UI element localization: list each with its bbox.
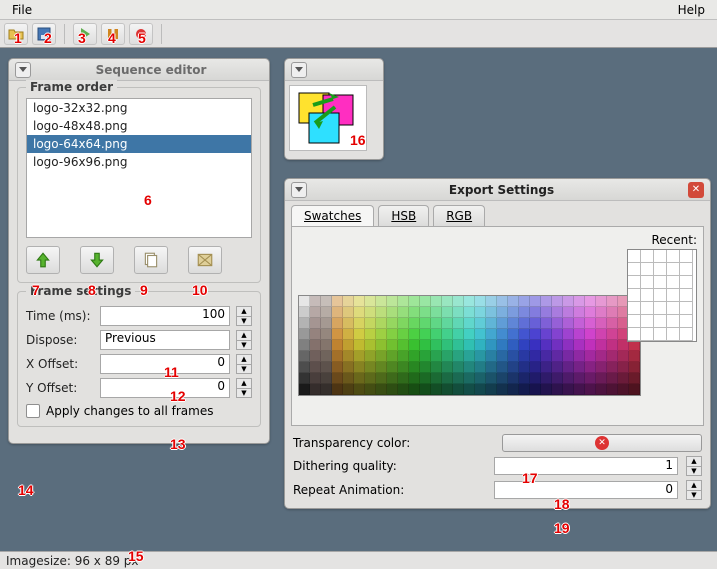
- panel-title: Export Settings: [315, 183, 688, 197]
- close-button[interactable]: ✕: [688, 182, 704, 198]
- collapse-toggle[interactable]: [291, 62, 307, 78]
- list-item[interactable]: logo-96x96.png: [27, 153, 251, 171]
- record-button[interactable]: [129, 23, 153, 45]
- panel-title: Sequence editor: [39, 63, 263, 77]
- copy-frame-button[interactable]: [134, 246, 168, 274]
- tab-rgb[interactable]: RGB: [433, 205, 485, 226]
- time-spinner[interactable]: ▲▼: [236, 306, 252, 326]
- recent-swatches: Recent:: [627, 233, 697, 342]
- dithering-label: Dithering quality:: [293, 459, 486, 473]
- panel-header: Export Settings ✕: [285, 179, 710, 201]
- yoffset-label: Y Offset:: [26, 381, 94, 395]
- recent-grid[interactable]: [627, 249, 697, 342]
- transparency-label: Transparency color:: [293, 436, 494, 450]
- collapse-toggle[interactable]: [291, 182, 307, 198]
- swatches-pane: Recent:: [291, 226, 704, 426]
- xoffset-label: X Offset:: [26, 357, 94, 371]
- dispose-select[interactable]: Previous: [100, 330, 230, 350]
- xoffset-spinner[interactable]: ▲▼: [236, 354, 252, 374]
- frame-settings-group: Frame settings Time (ms): 100 ▲▼ Dispose…: [17, 291, 261, 427]
- dispose-label: Dispose:: [26, 333, 94, 347]
- sequence-editor-panel: Sequence editor Frame order logo-32x32.p…: [8, 58, 270, 444]
- collapse-toggle[interactable]: [15, 62, 31, 78]
- repeat-input[interactable]: 0: [494, 481, 678, 499]
- pause-button[interactable]: [101, 23, 125, 45]
- apply-all-checkbox[interactable]: [26, 404, 40, 418]
- save-file-button[interactable]: [32, 23, 56, 45]
- yoffset-spinner[interactable]: ▲▼: [236, 378, 252, 398]
- preview-canvas: [289, 85, 367, 151]
- menu-file[interactable]: File: [6, 1, 38, 19]
- apply-all-label: Apply changes to all frames: [46, 404, 213, 418]
- frame-order-group: Frame order logo-32x32.pnglogo-48x48.png…: [17, 87, 261, 283]
- frame-order-label: Frame order: [26, 80, 117, 94]
- dispose-spinner[interactable]: ▲▼: [236, 330, 252, 350]
- preview-panel: [284, 58, 384, 160]
- list-item[interactable]: logo-64x64.png: [27, 135, 251, 153]
- repeat-spinner[interactable]: ▲▼: [686, 480, 702, 500]
- list-item[interactable]: logo-32x32.png: [27, 99, 251, 117]
- toolbar: [0, 20, 717, 48]
- swatch-grid[interactable]: [298, 295, 641, 396]
- play-button[interactable]: [73, 23, 97, 45]
- color-tabs: Swatches HSB RGB: [285, 201, 710, 226]
- panel-header: Sequence editor: [9, 59, 269, 81]
- tab-hsb[interactable]: HSB: [378, 205, 429, 226]
- status-text: Imagesize: 96 x 89 px: [6, 554, 139, 568]
- open-file-button[interactable]: [4, 23, 28, 45]
- panel-header: [285, 59, 383, 81]
- move-up-button[interactable]: [26, 246, 60, 274]
- overlapping-squares-icon: [293, 89, 363, 147]
- move-down-button[interactable]: [80, 246, 114, 274]
- xoffset-input[interactable]: 0: [100, 354, 230, 374]
- transparency-color-button[interactable]: ✕: [502, 434, 702, 452]
- tab-swatches[interactable]: Swatches: [291, 205, 374, 226]
- menu-help[interactable]: Help: [672, 1, 711, 19]
- delete-frame-button[interactable]: [188, 246, 222, 274]
- frame-settings-label: Frame settings: [26, 284, 135, 298]
- frame-list[interactable]: logo-32x32.pnglogo-48x48.pnglogo-64x64.p…: [26, 98, 252, 238]
- dithering-spinner[interactable]: ▲▼: [686, 456, 702, 476]
- menu-bar: File Help: [0, 0, 717, 20]
- export-settings-panel: Export Settings ✕ Swatches HSB RGB Recen…: [284, 178, 711, 509]
- time-input[interactable]: 100: [100, 306, 230, 326]
- time-label: Time (ms):: [26, 309, 94, 323]
- recent-label: Recent:: [627, 233, 697, 247]
- status-bar: Imagesize: 96 x 89 px: [0, 551, 717, 569]
- dithering-input[interactable]: 1: [494, 457, 678, 475]
- repeat-label: Repeat Animation:: [293, 483, 486, 497]
- clear-color-icon: ✕: [595, 436, 609, 450]
- list-item[interactable]: logo-48x48.png: [27, 117, 251, 135]
- yoffset-input[interactable]: 0: [100, 378, 230, 398]
